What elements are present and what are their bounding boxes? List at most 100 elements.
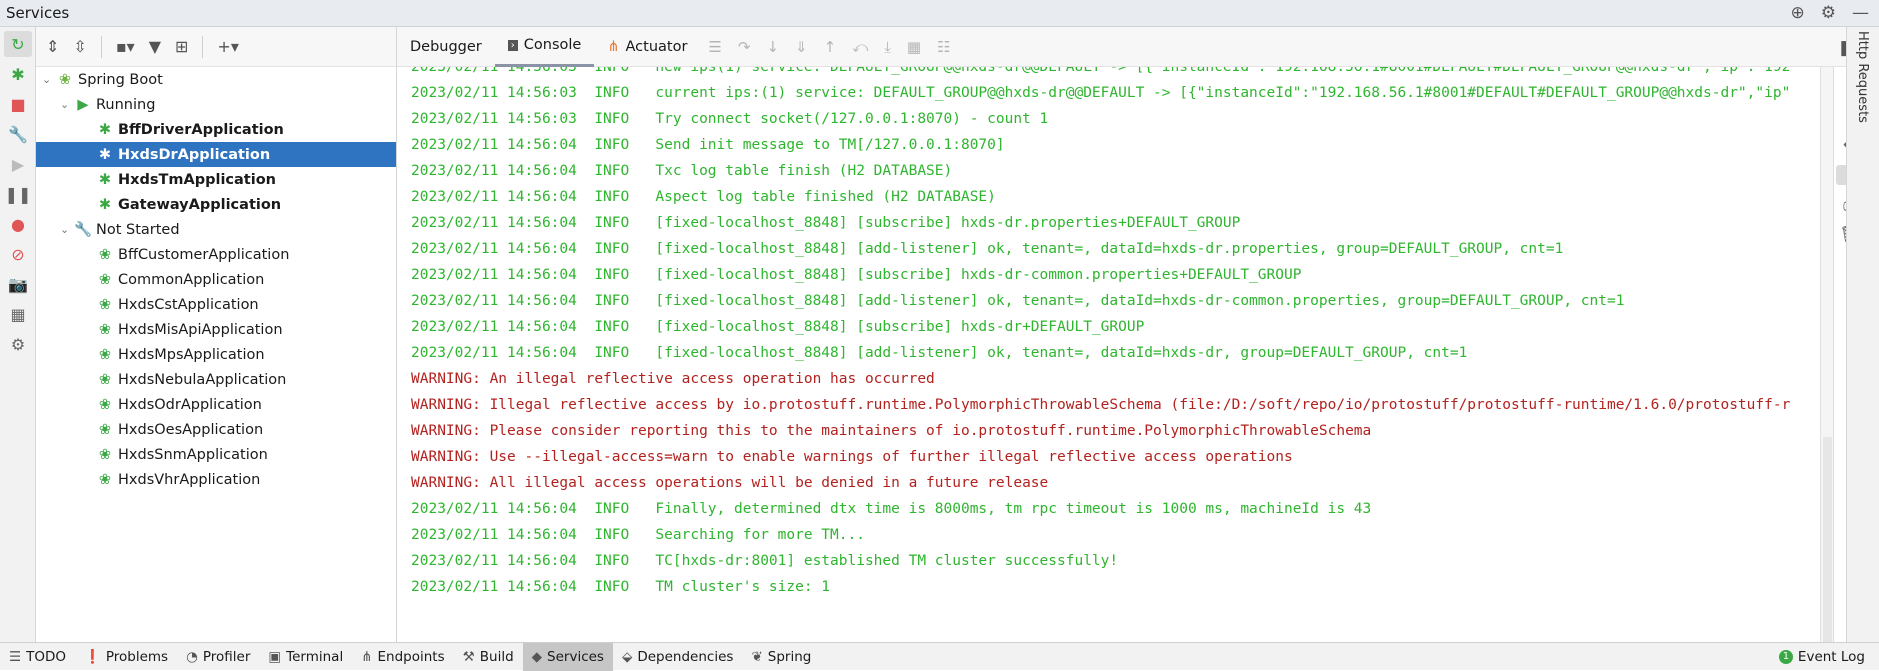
service-item[interactable]: ❀ HxdsSnmApplication (36, 442, 396, 467)
console-output[interactable]: 2023/02/11 14:56:03 INFO new ips(1) serv… (397, 67, 1820, 642)
service-item[interactable]: ✱ GatewayApplication (36, 192, 396, 217)
tree-item-label: HxdsOesApplication (118, 421, 264, 438)
window-title: Services (6, 4, 70, 22)
log-line: 2023/02/11 14:56:03 INFO Try connect soc… (411, 111, 1049, 127)
chevron-down-icon[interactable]: ⌄ (60, 98, 74, 111)
service-item[interactable]: ❀ CommonApplication (36, 267, 396, 292)
spring-app-icon: ❀ (98, 421, 112, 438)
service-item[interactable]: ✱ HxdsTmApplication (36, 167, 396, 192)
spring-app-icon: ❀ (98, 446, 112, 463)
filter-icon[interactable]: ▼ (149, 37, 161, 56)
collapse-all-icon[interactable]: ⇳ (73, 37, 86, 56)
tab-console[interactable]: › Console (494, 27, 595, 67)
bottom-tab-problems[interactable]: ❗ Problems (75, 643, 177, 671)
service-item[interactable]: ❀ BffCustomerApplication (36, 242, 396, 267)
stop-icon[interactable]: ■ (4, 91, 32, 117)
layout-icon[interactable]: ▦ (4, 301, 32, 327)
breakpoints-icon[interactable]: ● (4, 211, 32, 237)
divider (100, 35, 102, 58)
log-line: 2023/02/11 14:56:04 INFO [fixed-localhos… (411, 293, 1625, 309)
vertical-scrollbar[interactable] (1820, 67, 1833, 642)
rerun-icon[interactable]: ↻ (4, 31, 32, 57)
drop-frame-icon[interactable]: ⤺ (852, 38, 868, 56)
run-to-cursor-icon[interactable]: ⤓ (884, 38, 891, 56)
event-count-badge: 1 (1778, 650, 1793, 664)
debug-icon[interactable]: ✱ (4, 61, 32, 87)
add-service-icon[interactable]: +▾ (217, 37, 238, 56)
bottom-tool-bar: ☰ TODO ❗ Problems ◔ Profiler ▣ Terminal ⋔ Endpoin… (0, 642, 1879, 671)
chevron-down-icon[interactable]: ⌄ (42, 73, 56, 86)
event-log-button[interactable]: 1 Event Log (1778, 643, 1865, 671)
tab-debugger[interactable]: Debugger (397, 27, 495, 67)
log-line: 2023/02/11 14:56:04 INFO TM cluster's si… (411, 579, 831, 595)
settings-icon[interactable]: ⚙ (4, 331, 32, 357)
service-item[interactable]: ❀ HxdsVhrApplication (36, 467, 396, 492)
http-requests-tab[interactable]: Http Requests (1855, 31, 1870, 123)
spring-app-icon: ❀ (98, 396, 112, 413)
bottom-tab-build[interactable]: ⚒ Build (454, 643, 523, 671)
crosshair-icon[interactable]: ⊕ (1791, 3, 1805, 23)
log-line: 2023/02/11 14:56:04 INFO [fixed-localhos… (411, 215, 1241, 231)
scrollbar-thumb[interactable] (1823, 437, 1832, 642)
bottom-tab-terminal[interactable]: ▣ Terminal (259, 643, 352, 671)
force-step-into-icon[interactable]: ⇓ (795, 38, 808, 56)
bottom-tab-todo[interactable]: ☰ TODO (0, 643, 75, 671)
log-line: 2023/02/11 14:56:04 INFO TC[hxds-dr:8001… (411, 553, 1119, 569)
trace-icon[interactable]: ☷ (937, 38, 950, 56)
service-item[interactable]: ✱ HxdsDrApplication (36, 142, 396, 167)
evaluate-icon[interactable]: ▦ (907, 38, 921, 56)
mute-breakpoints-icon[interactable]: ⊘ (4, 241, 32, 267)
spring-boot-icon: ❀ (58, 71, 72, 88)
step-into-icon[interactable]: ↓ (766, 38, 779, 56)
service-item[interactable]: ❀ HxdsMisApiApplication (36, 317, 396, 342)
bottom-tab-endpoints[interactable]: ⋔ Endpoints (352, 643, 453, 671)
step-over-icon[interactable]: ↷ (738, 38, 751, 56)
left-action-toolbar: ↻ ✱ ■ 🔧 ▶ ❚❚ ● ⊘ 📷 ▦ ⚙ (0, 27, 36, 642)
tree-item-label: HxdsNebulaApplication (118, 371, 287, 388)
tree-item-label: HxdsDrApplication (118, 146, 271, 163)
tab-actuator[interactable]: ⋔ Actuator (594, 27, 700, 67)
actuator-icon: ⋔ (607, 38, 620, 55)
step-out-icon[interactable]: ↑ (824, 38, 837, 56)
spring-app-icon: ❀ (98, 371, 112, 388)
bottom-tab-dependencies[interactable]: ⬙ Dependencies (613, 643, 742, 671)
camera-icon[interactable]: 📷 (4, 271, 32, 297)
new-tab-icon[interactable]: ⊞ (175, 37, 188, 56)
menu-icon[interactable]: ☰ (708, 38, 721, 56)
wrench-icon[interactable]: 🔧 (4, 121, 32, 147)
event-log-label: Event Log (1797, 649, 1865, 665)
bottom-tab-services[interactable]: ◆ Services (522, 642, 613, 671)
bottom-tab-profiler[interactable]: ◔ Profiler (177, 643, 259, 671)
group-by-icon[interactable]: ▪▾ (116, 37, 135, 56)
service-item[interactable]: ❀ HxdsNebulaApplication (36, 367, 396, 392)
tree-root-spring-boot[interactable]: ⌄ ❀ Spring Boot (36, 67, 396, 92)
chevron-down-icon[interactable]: ⌄ (60, 223, 74, 236)
expand-all-icon[interactable]: ⇕ (46, 37, 59, 56)
tree-item-label: CommonApplication (118, 271, 265, 288)
service-item[interactable]: ❀ HxdsOesApplication (36, 417, 396, 442)
running-app-icon: ✱ (98, 121, 112, 138)
service-item[interactable]: ✱ BffDriverApplication (36, 117, 396, 142)
resume-icon[interactable]: ▶ (4, 151, 32, 177)
bottom-tab-spring[interactable]: ❦ Spring (742, 643, 820, 671)
tree-toolbar: ⇕ ⇳ ▪▾ ▼ ⊞ +▾ (36, 27, 396, 67)
service-item[interactable]: ❀ HxdsMpsApplication (36, 342, 396, 367)
tree-item-label: HxdsOdrApplication (118, 396, 262, 413)
tree-item-label: HxdsVhrApplication (118, 471, 261, 488)
gear-icon[interactable]: ⚙ (1821, 3, 1836, 23)
console-panel: Debugger › Console ⋔ Actuator ☰ ↷ ↓ ⇓ ↑ ⤺ … (397, 27, 1879, 642)
tree-group[interactable]: ⌄ ▶ Running (36, 92, 396, 117)
terminal-icon: ▣ (268, 648, 282, 665)
bottom-tab-label: Build (479, 648, 514, 665)
service-item[interactable]: ❀ HxdsOdrApplication (36, 392, 396, 417)
service-item[interactable]: ❀ HxdsCstApplication (36, 292, 396, 317)
minimize-icon[interactable]: — (1852, 3, 1869, 23)
tree-group[interactable]: ⌄ 🔧 Not Started (36, 217, 396, 242)
log-line: WARNING: Illegal reflective access by io… (411, 397, 1791, 413)
log-line: 2023/02/11 14:56:04 INFO [fixed-localhos… (411, 319, 1145, 335)
bottom-tab-label: Problems (105, 648, 169, 665)
dependencies-icon: ⬙ (621, 648, 633, 665)
problems-icon: ❗ (84, 648, 101, 665)
tree-item-label: BffDriverApplication (118, 121, 284, 138)
pause-icon[interactable]: ❚❚ (4, 181, 32, 207)
